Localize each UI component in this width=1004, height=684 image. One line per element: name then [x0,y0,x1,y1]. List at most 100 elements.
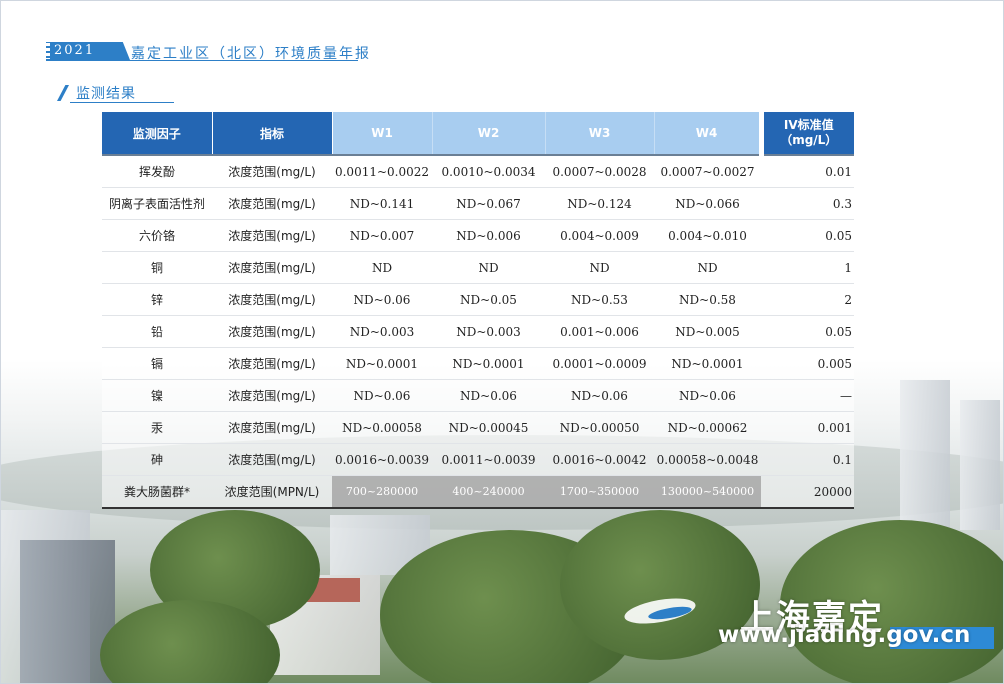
table-cell: 浓度范围(mg/L) [212,155,332,188]
table-cell: 浓度范围(mg/L) [212,411,332,444]
table-cell: ND~0.0001 [654,347,761,380]
table-cell: 1700~350000 [545,475,654,509]
table-cell: 20000 [761,475,854,509]
table-cell: ND~0.05 [432,283,545,316]
table-header-row: 监测因子 指标 W1 W2 W3 W4 IV标准值 （mg/L） [102,112,854,155]
header-standard: IV标准值 （mg/L） [758,112,854,155]
table-cell: 浓度范围(mg/L) [212,347,332,380]
table-cell: 汞 [102,411,212,444]
table-cell: 镍 [102,379,212,412]
jiading-logo: 上海嘉定 www.jiading.gov.cn [622,588,1002,678]
table-cell: 0.005 [761,347,854,380]
results-table-wrapper: 监测因子 指标 W1 W2 W3 W4 IV标准值 （mg/L） 挥发酚 浓度范围… [102,112,854,509]
results-table: 监测因子 指标 W1 W2 W3 W4 IV标准值 （mg/L） 挥发酚 浓度范围… [102,112,854,509]
table-cell: 0.00058~0.0048 [654,443,761,476]
table-cell: 2 [761,283,854,316]
section-slash-icon [57,85,69,101]
table-cell: 0.001 [761,411,854,444]
header-factor: 监测因子 [102,112,213,155]
table-row: 镉浓度范围(mg/L) ND~0.0001 ND~0.0001 0.0001~0.00… [102,347,854,380]
table-cell: 0.0001~0.0009 [545,347,654,380]
table-cell: ND~0.06 [654,379,761,412]
table-cell: ND~0.141 [332,187,432,220]
table-cell: 700~280000 [332,475,432,509]
table-row: 锌浓度范围(mg/L) ND~0.06 ND~0.05 ND~0.53 ND~0.58 2 [102,283,854,316]
table-cell: 0.004~0.010 [654,219,761,252]
table-row: 砷浓度范围(mg/L) 0.0016~0.0039 0.0011~0.0039 0.0… [102,443,854,476]
table-cell: ND~0.00050 [545,411,654,444]
table-row: 挥发酚 浓度范围(mg/L) 0.0011~0.0022 0.0010~0.0034 0… [102,155,854,188]
header-w4: W4 [654,112,762,155]
header-slash-decoration [112,42,130,60]
table-cell: 铅 [102,315,212,348]
table-cell: ND [432,251,545,284]
table-cell: 浓度范围(mg/L) [212,251,332,284]
table-row: 阴离子表面活性剂 浓度范围(mg/L) ND~0.141 ND~0.067 ND~0.1… [102,187,854,220]
table-row: 铅浓度范围(mg/L) ND~0.003 ND~0.003 0.001~0.006 ND… [102,315,854,348]
table-cell: 0.0007~0.0028 [545,155,654,188]
table-cell: 0.05 [761,219,854,252]
header-w2: W2 [432,112,546,155]
table-cell: 0.1 [761,443,854,476]
table-cell: 阴离子表面活性剂 [102,187,212,220]
table-cell: 浓度范围(mg/L) [212,315,332,348]
table-row: 镍浓度范围(mg/L) ND~0.06 ND~0.06 ND~0.06 ND~0.06— [102,379,854,412]
table-cell: ND~0.06 [332,283,432,316]
table-cell: 砷 [102,443,212,476]
table-cell: 镉 [102,347,212,380]
table-body: 挥发酚 浓度范围(mg/L) 0.0011~0.0022 0.0010~0.0034 0… [102,155,854,509]
table-cell: 0.0007~0.0027 [654,155,761,188]
table-row: 六价铬 浓度范围(mg/L) ND~0.007 ND~0.006 0.004~0.009… [102,219,854,252]
table-cell: 粪大肠菌群* [102,475,212,509]
header-year: 2021 [54,43,96,58]
table-cell: ND~0.06 [432,379,545,412]
header-w1: W1 [332,112,433,155]
table-row: 粪大肠菌群* 浓度范围(MPN/L) 700~280000 400~240000 170… [102,475,854,509]
table-cell: ND~0.06 [545,379,654,412]
table-cell: 0.0016~0.0042 [545,443,654,476]
table-cell: ND [654,251,761,284]
header-underline [46,60,358,61]
table-cell: 浓度范围(mg/L) [212,283,332,316]
table-cell: ND~0.003 [332,315,432,348]
section-title: 监测结果 [76,86,136,102]
table-cell: ND~0.007 [332,219,432,252]
table-cell: 浓度范围(MPN/L) [212,475,332,509]
table-cell: ND [545,251,654,284]
table-cell: ND~0.006 [432,219,545,252]
table-cell: 浓度范围(mg/L) [212,379,332,412]
website-url: www.jiading.gov.cn [718,622,971,648]
table-cell: 浓度范围(mg/L) [212,219,332,252]
table-cell: ND~0.067 [432,187,545,220]
table-cell: 0.0011~0.0022 [332,155,432,188]
header-w3: W3 [545,112,655,155]
table-cell: ND~0.005 [654,315,761,348]
table-cell: 400~240000 [432,475,545,509]
table-cell: 锌 [102,283,212,316]
table-cell: 浓度范围(mg/L) [212,187,332,220]
table-cell: — [761,379,854,412]
table-cell: 0.0016~0.0039 [332,443,432,476]
header-standard-line1: IV标准值 [783,118,834,132]
table-cell: 0.3 [761,187,854,220]
table-cell: 浓度范围(mg/L) [212,443,332,476]
table-cell: 0.004~0.009 [545,219,654,252]
table-cell: ND~0.0001 [332,347,432,380]
table-cell: 130000~540000 [654,475,761,509]
table-cell: ND~0.003 [432,315,545,348]
table-cell: 0.0011~0.0039 [432,443,545,476]
header-dots-decoration [46,43,50,59]
table-cell: ND [332,251,432,284]
table-cell: 挥发酚 [102,155,212,188]
table-cell: ND~0.00045 [432,411,545,444]
table-cell: ND~0.53 [545,283,654,316]
table-cell: 0.01 [761,155,854,188]
table-cell: ND~0.58 [654,283,761,316]
table-cell: 1 [761,251,854,284]
header-indicator: 指标 [212,112,333,155]
table-cell: 0.05 [761,315,854,348]
section-underline [70,102,174,103]
table-cell: ND~0.00062 [654,411,761,444]
table-cell: 六价铬 [102,219,212,252]
table-cell: 0.001~0.006 [545,315,654,348]
